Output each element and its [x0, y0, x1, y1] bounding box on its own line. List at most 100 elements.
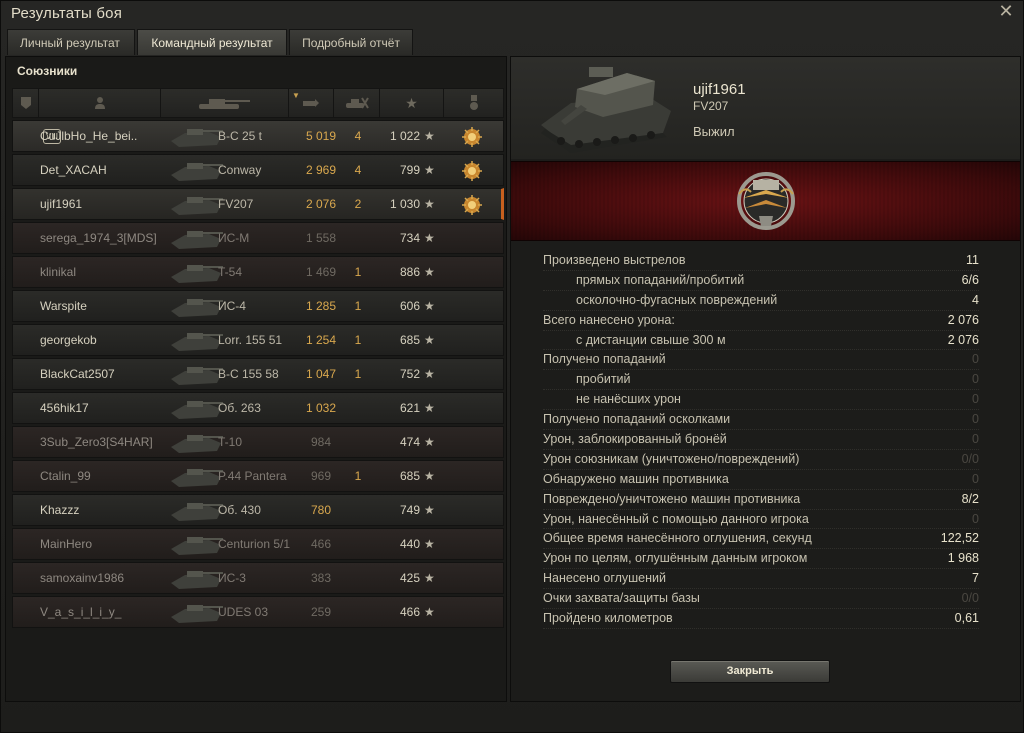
ally-row[interactable]: Warspite ИС-4 1 285 1 606 ★ — [12, 290, 504, 322]
ally-row[interactable]: Ctalin_99 P.44 Pantera 969 1 685 ★ — [12, 460, 504, 492]
stat-row: Получено попаданий осколками 0 — [543, 410, 979, 431]
ally-row[interactable]: Det_XACAH Conway 2 969 4 799 ★ — [12, 154, 504, 186]
medal-icon[interactable] — [444, 89, 503, 117]
ally-xp: 440 — [399, 537, 420, 551]
stat-value: 0 — [972, 352, 979, 367]
stat-value: 2 076 — [947, 312, 979, 327]
battle-medal-icon[interactable] — [461, 194, 483, 216]
damage-icon[interactable]: ▼ — [289, 89, 334, 117]
xp-star-icon: ★ — [424, 163, 435, 177]
xp-star-icon[interactable]: ★ — [380, 89, 444, 117]
ally-damage: 1 254 — [305, 333, 337, 347]
ally-row[interactable]: MainHero Centurion 5/1 466 440 ★ — [12, 528, 504, 560]
allies-title: Союзники — [17, 64, 78, 78]
award-medal-icon — [737, 172, 795, 230]
battle-results-window: Результаты боя ✕ Личный результат Команд… — [0, 0, 1024, 733]
stat-value: 0 — [972, 372, 979, 387]
ally-player-name: Det_XACAH — [40, 163, 107, 177]
tank-image-icon — [165, 497, 225, 523]
xp-star-icon: ★ — [424, 503, 435, 517]
ally-row[interactable]: V_a_s_i_l_i_y_ UDES 03 259 466 ★ — [12, 596, 504, 628]
ally-kills — [344, 529, 372, 559]
xp-star-icon: ★ — [424, 401, 435, 415]
tab-personal-result[interactable]: Личный результат — [7, 29, 135, 55]
tank-image-icon — [165, 327, 225, 353]
ally-xp: 886 — [399, 265, 420, 279]
stat-value: 4 — [972, 292, 979, 307]
ally-kills: 4 — [354, 129, 362, 143]
ally-tank-name: ИС-3 — [218, 571, 246, 585]
ally-kills: 1 — [354, 299, 362, 313]
stat-label: Обнаружено машин противника — [543, 471, 729, 486]
tank-image-icon — [165, 429, 225, 455]
ally-row[interactable]: klinikal T-54 1 469 1 886 ★ — [12, 256, 504, 288]
ally-row[interactable]: VIII CuJlbHo_He_bei.. B-C 25 t5 019 4 1 022 ★ — [12, 120, 504, 152]
ally-row[interactable]: serega_1974_3[MDS] ИС-М 1 558 734 ★ — [12, 222, 504, 254]
ally-row[interactable]: georgekob Lorr. 155 51 1 254 1 685 ★ — [12, 324, 504, 356]
ally-player-name: ujif1961 — [40, 197, 83, 211]
stat-label: пробитий — [576, 372, 631, 387]
fv207-vehicle-image — [541, 67, 671, 153]
ally-player-name: BlackCat2507 — [40, 367, 115, 381]
tank-image-icon — [165, 463, 225, 489]
ally-tank-name: P.44 Pantera — [218, 469, 287, 483]
ally-player-name: georgekob — [40, 333, 97, 347]
ally-row[interactable]: 456hik17 Об. 263 1 032 621 ★ — [12, 392, 504, 424]
tank-icon[interactable] — [161, 89, 289, 117]
ally-kills: 1 — [354, 265, 362, 279]
battle-medal-icon[interactable] — [461, 126, 483, 148]
tank-image-icon — [165, 599, 225, 625]
ally-tank-name: ИС-4 — [218, 299, 246, 313]
ally-kills: 4 — [354, 163, 362, 177]
stat-row: Произведено выстрелов 11 — [543, 251, 979, 271]
stat-label: Произведено выстрелов — [543, 253, 686, 267]
stat-row: не нанёсших урон 0 — [543, 390, 979, 411]
ally-tank-name: Lorr. 155 51 — [218, 333, 283, 347]
stat-row: Урон союзникам (уничтожено/повреждений) 0… — [543, 450, 979, 470]
tab-detailed-report[interactable]: Подробный отчёт — [289, 29, 413, 55]
xp-star-icon: ★ — [424, 537, 435, 551]
ally-damage: 2 076 — [305, 197, 337, 211]
ally-damage: 984 — [310, 435, 332, 449]
ally-xp: 466 — [399, 605, 420, 619]
squad-icon[interactable] — [13, 89, 39, 117]
ally-tank-name: Об. 430 — [218, 503, 261, 517]
xp-star-icon: ★ — [424, 571, 435, 585]
tank-image-icon — [165, 531, 225, 557]
ally-damage: 780 — [310, 503, 332, 517]
ally-row[interactable]: Khazzz Об. 430 780 749 ★ — [12, 494, 504, 526]
kills-icon[interactable] — [334, 89, 380, 117]
vehicle-header: ujif1961 FV207 Выжил — [511, 57, 1020, 159]
ally-row[interactable]: BlackCat2507 B-C 155 58 1 047 1 752 ★ — [12, 358, 504, 390]
ally-tank-name: UDES 03 — [218, 605, 269, 619]
xp-star-icon: ★ — [424, 367, 435, 381]
tab-team-result[interactable]: Командный результат — [137, 29, 287, 55]
stat-row: Получено попаданий 0 — [543, 350, 979, 371]
ally-player-name: MainHero — [40, 537, 93, 551]
stat-label: Общее время нанесённого оглушения, секун… — [543, 531, 812, 546]
ally-player-name: samoxainv1986 — [40, 571, 125, 585]
ally-tank-name: FV207 — [218, 197, 254, 211]
player-name: ujif1961 — [693, 81, 746, 98]
ally-tank-name: ИС-М — [218, 231, 250, 245]
ally-row[interactable]: 3Sub_Zero3[S4HAR] T-10 984 474 ★ — [12, 426, 504, 458]
ally-tank-name: T-54 — [218, 265, 243, 279]
stat-label: Всего нанесено урона: — [543, 312, 675, 327]
ally-player-name: 3Sub_Zero3[S4HAR] — [40, 435, 153, 449]
stat-label: осколочно-фугасных повреждений — [576, 292, 778, 307]
stat-row: Урон, заблокированный бронёй 0 — [543, 430, 979, 450]
stat-value: 122,52 — [940, 531, 979, 546]
stat-label: Урон союзникам (уничтожено/повреждений) — [543, 451, 800, 466]
ally-row[interactable]: samoxainv1986 ИС-3 383 425 ★ — [12, 562, 504, 594]
tank-image-icon — [165, 259, 225, 285]
battle-medal-icon[interactable] — [461, 160, 483, 182]
stat-label: Урон по целям, оглушённым данным игроком — [543, 551, 808, 566]
stat-label: Повреждено/уничтожено машин противника — [543, 491, 801, 506]
ally-row[interactable]: ujif1961 FV207 2 076 2 1 030 ★ — [12, 188, 504, 220]
close-button[interactable]: Закрыть — [670, 660, 830, 683]
close-icon[interactable]: ✕ — [997, 2, 1015, 20]
xp-star-icon: ★ — [424, 469, 435, 483]
player-icon[interactable] — [39, 89, 161, 117]
xp-star-icon: ★ — [424, 231, 435, 245]
stat-label: Урон, заблокированный бронёй — [543, 432, 727, 447]
